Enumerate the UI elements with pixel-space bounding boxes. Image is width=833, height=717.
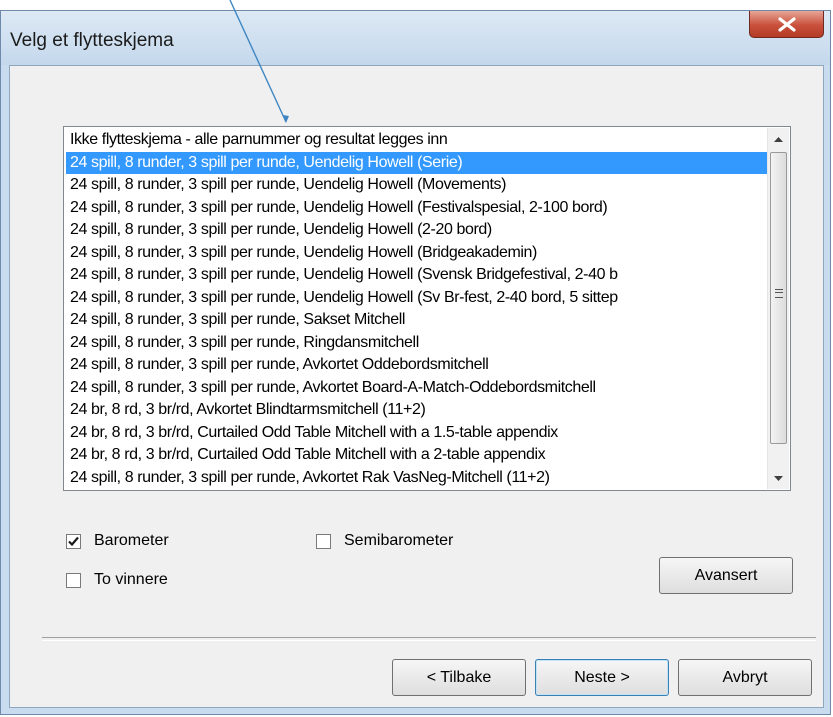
title-bar[interactable]: Velg et flytteskjema: [1, 11, 830, 65]
close-icon: [778, 17, 796, 32]
checkbox-box[interactable]: [66, 533, 81, 549]
vertical-scrollbar[interactable]: [767, 128, 789, 489]
window-title: Velg et flytteskjema: [10, 30, 174, 51]
list-item[interactable]: 24 spill, 8 runder, 3 spill per runde, U…: [66, 264, 767, 287]
next-button[interactable]: Neste >: [535, 659, 669, 696]
checkbox-box[interactable]: [66, 572, 81, 588]
cancel-button[interactable]: Avbryt: [678, 659, 812, 696]
separator: [42, 637, 816, 641]
semibarometer-checkbox[interactable]: Semibarometer: [316, 532, 453, 550]
dialog-window: Velg et flytteskjema Ikke flytteskjema -…: [0, 10, 831, 715]
dialog-body: Ikke flytteskjema - alle parnummer og re…: [9, 65, 824, 708]
barometer-label: Barometer: [94, 532, 169, 549]
scroll-down-button[interactable]: [768, 468, 789, 489]
list-item[interactable]: Ikke flytteskjema - alle parnummer og re…: [66, 129, 767, 152]
list-item[interactable]: 24 spill, 8 runder, 3 spill per runde, A…: [66, 467, 767, 490]
scroll-up-button[interactable]: [768, 128, 789, 149]
close-button[interactable]: [749, 11, 824, 38]
movement-list: Ikke flytteskjema - alle parnummer og re…: [66, 129, 767, 489]
list-item[interactable]: 24 br, 8 rd, 3 br/rd, Avkortet Blindtarm…: [66, 399, 767, 422]
list-item[interactable]: 24 spill, 8 runder, 3 spill per runde, U…: [66, 219, 767, 242]
to-vinnere-checkbox[interactable]: To vinnere: [66, 571, 168, 589]
list-item[interactable]: 24 spill, 8 runder, 3 spill per runde, U…: [66, 151, 767, 174]
list-item[interactable]: 24 spill, 8 runder, 3 spill per runde, U…: [66, 287, 767, 310]
checkmark-icon: [68, 536, 79, 546]
back-button[interactable]: < Tilbake: [392, 659, 526, 696]
grip-icon: [775, 289, 783, 298]
list-item[interactable]: 24 br, 8 rd, 3 br/rd, Curtailed Odd Tabl…: [66, 422, 767, 445]
list-item[interactable]: 24 br, 8 rd, 3 br/rd, Curtailed Odd Tabl…: [66, 444, 767, 467]
arrow-down-icon: [774, 475, 783, 481]
advanced-button[interactable]: Avansert: [659, 557, 793, 594]
arrow-up-icon: [774, 136, 783, 142]
list-item[interactable]: 24 spill, 8 runder, 3 spill per runde, A…: [66, 377, 767, 400]
semibarometer-label: Semibarometer: [344, 532, 454, 549]
to-vinnere-label: To vinnere: [94, 571, 168, 588]
list-item[interactable]: 24 spill, 8 runder, 3 spill per runde, A…: [66, 354, 767, 377]
movement-listbox[interactable]: Ikke flytteskjema - alle parnummer og re…: [63, 126, 791, 491]
list-item[interactable]: 24 spill, 8 runder, 3 spill per runde, U…: [66, 174, 767, 197]
list-item[interactable]: 24 spill, 8 runder, 3 spill per runde, S…: [66, 309, 767, 332]
barometer-checkbox[interactable]: Barometer: [66, 532, 169, 550]
list-item[interactable]: 24 spill, 8 runder, 3 spill per runde, R…: [66, 332, 767, 355]
list-item[interactable]: 24 spill, 8 runder, 3 spill per runde, U…: [66, 242, 767, 265]
checkbox-box[interactable]: [316, 533, 331, 549]
scroll-thumb[interactable]: [770, 152, 787, 444]
list-item[interactable]: 24 spill, 8 runder, 3 spill per runde, U…: [66, 197, 767, 220]
